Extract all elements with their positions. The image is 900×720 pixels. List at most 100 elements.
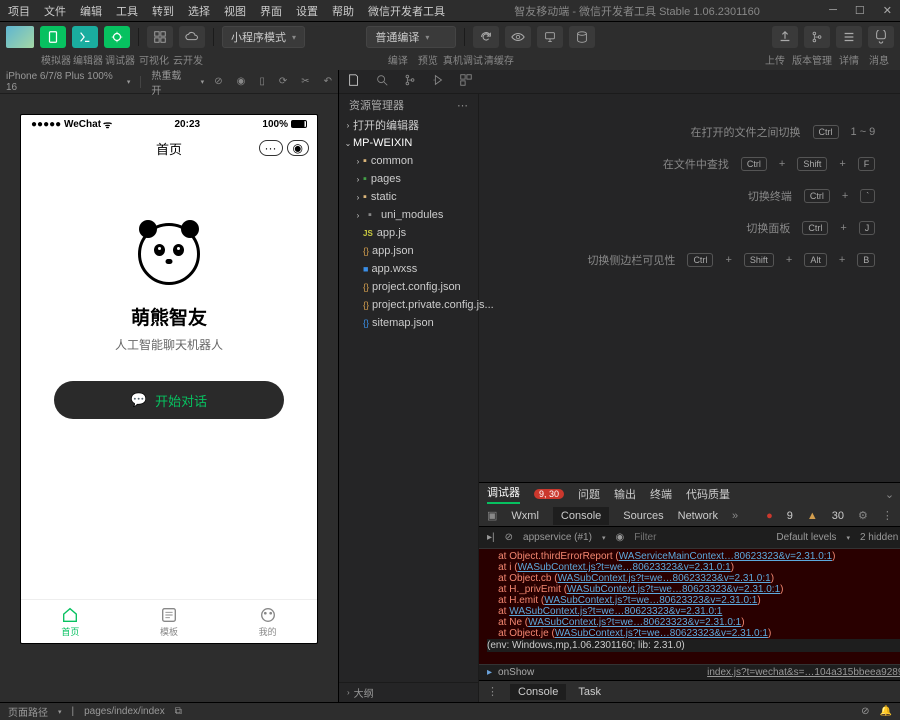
hidden-count[interactable]: 2 hidden	[860, 532, 898, 543]
error-count[interactable]: 9	[787, 510, 793, 522]
details-button[interactable]	[836, 26, 862, 48]
footer-tab-task[interactable]: Task	[578, 686, 601, 698]
filter-input[interactable]	[634, 532, 679, 543]
kebab-icon[interactable]: ⋮	[882, 509, 893, 522]
tree-file[interactable]: app.json	[339, 242, 478, 260]
chat-icon: 💬	[131, 392, 147, 408]
warn-count[interactable]: 30	[832, 510, 844, 522]
avatar[interactable]	[6, 26, 34, 48]
tree-folder[interactable]: ›static	[339, 188, 478, 206]
console-kebab-icon[interactable]: ⋮	[487, 685, 498, 698]
gear-icon[interactable]: ⚙	[858, 509, 868, 522]
back-icon[interactable]: ↶	[324, 76, 332, 87]
capsule-menu-icon[interactable]: ···	[259, 140, 283, 156]
tab-mine[interactable]: 我的	[218, 600, 317, 643]
menu-help[interactable]: 帮助	[332, 3, 354, 19]
menu-devtools[interactable]: 微信开发者工具	[368, 3, 445, 19]
device-icon[interactable]: ▯	[259, 76, 265, 87]
bell-icon[interactable]: 🔔	[880, 706, 892, 717]
current-path[interactable]: pages/index/index	[84, 706, 165, 717]
devtab-wxml[interactable]: Wxml	[511, 510, 539, 522]
editor-button[interactable]	[72, 26, 98, 48]
outline-section[interactable]: ›大纲	[339, 682, 478, 702]
mute-icon[interactable]: ⊘	[214, 76, 222, 87]
extensions-icon[interactable]	[459, 73, 473, 90]
more-icon[interactable]: ⋯	[457, 99, 468, 112]
tree-folder[interactable]: ›common	[339, 152, 478, 170]
tree-file[interactable]: app.wxss	[339, 260, 478, 278]
tab-quality[interactable]: 代码质量	[686, 486, 730, 502]
menu-edit[interactable]: 编辑	[80, 3, 102, 19]
sidebar-toggle-icon[interactable]: ▸|	[487, 532, 495, 543]
close-icon[interactable]: ✕	[883, 4, 892, 17]
preview-button[interactable]	[505, 26, 531, 48]
git-icon[interactable]	[403, 73, 417, 90]
debugger-button[interactable]	[104, 26, 130, 48]
tree-file[interactable]: project.private.config.js...	[339, 296, 478, 314]
tab-home[interactable]: 首页	[21, 600, 120, 643]
mode-select[interactable]: 小程序模式	[222, 26, 305, 48]
minimize-icon[interactable]: ─	[829, 4, 837, 17]
tree-open-editors[interactable]: ›打开的编辑器	[339, 116, 478, 134]
remote-debug-button[interactable]	[537, 26, 563, 48]
clear-console-icon[interactable]: ⊘	[505, 532, 513, 543]
messages-button[interactable]	[868, 26, 894, 48]
compile-button[interactable]	[473, 26, 499, 48]
live-icon[interactable]: ◉	[615, 532, 624, 543]
tree-file[interactable]: app.js	[339, 224, 478, 242]
tab-terminal[interactable]: 终端	[650, 486, 672, 502]
files-icon[interactable]	[347, 73, 361, 90]
devtab-sources[interactable]: Sources	[623, 510, 663, 522]
clear-cache-button[interactable]	[569, 26, 595, 48]
record-icon[interactable]: ◉	[237, 76, 246, 87]
menu-select[interactable]: 选择	[188, 3, 210, 19]
levels-select[interactable]: Default levels	[776, 532, 836, 543]
tab-debugger[interactable]: 调试器	[487, 484, 520, 504]
simulator-button[interactable]	[40, 26, 66, 48]
debug-panel: 调试器 9, 30 问题 输出 终端 代码质量 ⌄ ✕ ▣ Wxml Conso…	[479, 482, 900, 702]
tree-root[interactable]: ⌄MP-WEIXIN	[339, 134, 478, 152]
tree-file[interactable]: project.config.json	[339, 278, 478, 296]
upload-button[interactable]	[772, 26, 798, 48]
tab-problems[interactable]: 问题	[578, 486, 600, 502]
menu-settings[interactable]: 设置	[296, 3, 318, 19]
tree-folder[interactable]: ›pages	[339, 170, 478, 188]
copy-icon[interactable]: ⧉	[175, 706, 182, 717]
cut-icon[interactable]: ✂	[301, 76, 309, 87]
notification-icon[interactable]: ⊘	[861, 706, 869, 717]
console-output[interactable]: at Object.thirdErrorReport (WAServiceMai…	[479, 549, 900, 664]
devtab-network[interactable]: Network	[678, 510, 718, 522]
menu-file[interactable]: 文件	[44, 3, 66, 19]
phone-nav: 首页 ··· ◉	[21, 133, 317, 163]
version-button[interactable]	[804, 26, 830, 48]
menu-project[interactable]: 项目	[8, 3, 30, 19]
window-title: 智友移动端 - 微信开发者工具 Stable 1.06.2301160	[459, 3, 815, 19]
collapse-icon[interactable]: ⌄	[885, 488, 894, 501]
menu-view[interactable]: 视图	[224, 3, 246, 19]
footer-tab-console[interactable]: Console	[510, 684, 566, 700]
debug-icon[interactable]	[431, 73, 445, 90]
capsule-close-icon[interactable]: ◉	[287, 140, 309, 156]
rotate-icon[interactable]: ⟳	[279, 76, 287, 87]
tree-file[interactable]: sitemap.json	[339, 314, 478, 332]
device-select[interactable]: iPhone 6/7/8 Plus 100% 16	[6, 71, 117, 93]
context-select[interactable]: appservice (#1)	[523, 532, 592, 543]
menu-tools[interactable]: 工具	[116, 3, 138, 19]
visual-button[interactable]	[147, 26, 173, 48]
cloud-button[interactable]	[179, 26, 205, 48]
maximize-icon[interactable]: ☐	[855, 4, 865, 17]
inspect-icon[interactable]: ▣	[487, 509, 497, 522]
menu-interface[interactable]: 界面	[260, 3, 282, 19]
tab-output[interactable]: 输出	[614, 486, 636, 502]
compile-select[interactable]: 普通编译	[366, 26, 456, 48]
menu-goto[interactable]: 转到	[152, 3, 174, 19]
phone-simulator: ●●●●● WeChatᯤ 20:23 100% 首页 ··· ◉	[20, 114, 318, 644]
devtab-more-icon[interactable]: »	[732, 510, 738, 522]
search-icon[interactable]	[375, 73, 389, 90]
tab-template[interactable]: 模板	[120, 600, 219, 643]
start-chat-button[interactable]: 💬 开始对话	[54, 381, 284, 419]
devtab-console[interactable]: Console	[553, 507, 609, 525]
tree-folder[interactable]: ›▪uni_modules	[339, 206, 478, 224]
hot-reload-toggle[interactable]: 热重载 开	[151, 67, 190, 97]
console-message[interactable]: ▸onShow index.js?t=wechat&s=…104a315bbee…	[479, 664, 900, 680]
